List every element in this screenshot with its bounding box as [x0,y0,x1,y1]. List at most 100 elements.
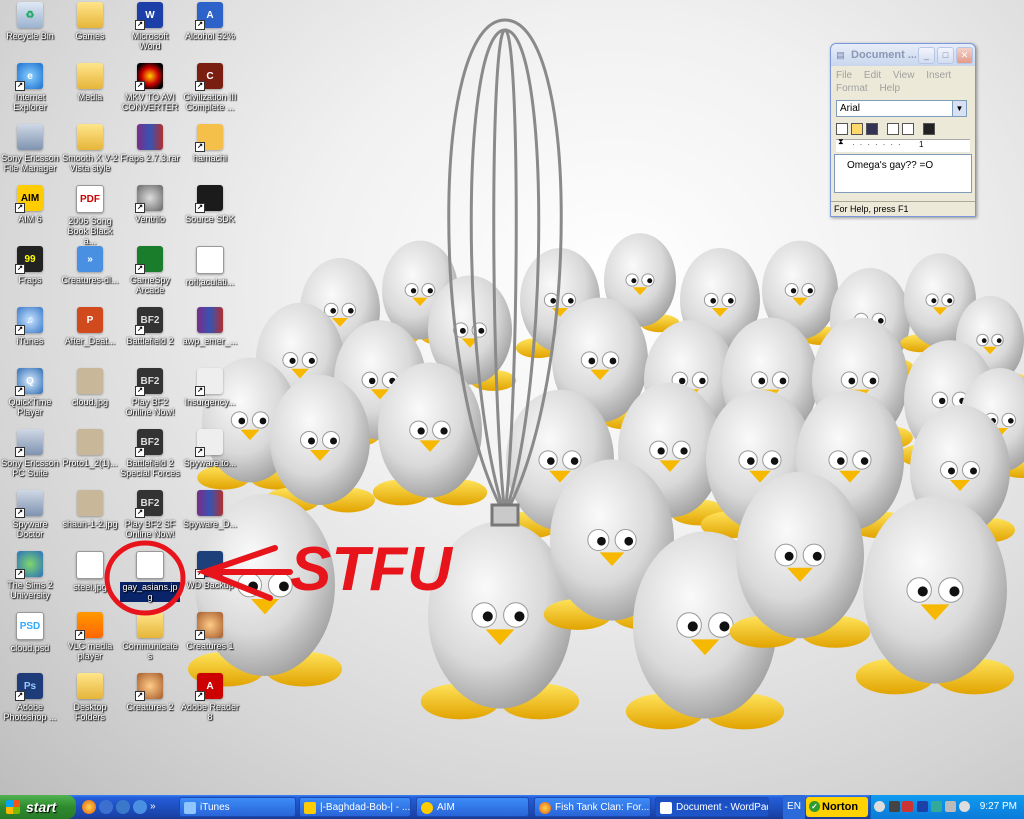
desktop-icon-spyware-d[interactable]: Spyware_D... [180,490,240,550]
task-wordpad[interactable]: Document - WordPad [655,797,769,817]
desktop-icon-gamespy-arcade[interactable]: ↗ GameSpy Arcade [120,246,180,306]
desktop-icon-fraps[interactable]: 99 ↗ Fraps [0,246,60,306]
desktop-icon-desktop-folders[interactable]: Desktop Folders [60,673,120,733]
chevron-right-icon[interactable]: » [150,800,160,814]
desktop-icon-games[interactable]: Games [60,2,120,62]
desktop-icon-sony-ericsson-pc-suite[interactable]: ↗ Sony Ericsson PC Suite [0,429,60,489]
task-baghdad-bob[interactable]: |-Baghdad-Bob-| - ... [299,797,411,817]
desktop-icon-spyware-to[interactable]: ↗ Spyware.to... [180,429,240,489]
clock[interactable]: 9:27 PM [980,795,1017,819]
desktop-icon-sony-ericsson-file-manager[interactable]: Sony Ericsson File Manager [0,124,60,184]
desktop-icon-creatures-2[interactable]: ↗ Creatures 2 [120,673,180,733]
desktop-icon-play-bf2-sf-online-now[interactable]: BF2 ↗ Play BF2 SF Online Now! [120,490,180,550]
ruler[interactable]: ⧗ ······· 1 [836,137,970,152]
indent-marker-icon[interactable]: ⧗ [838,137,844,147]
desktop-icon-after-deat[interactable]: P After_Deat... [60,307,120,367]
itunes-quicklaunch-icon[interactable] [116,800,130,814]
quicklaunch-icon[interactable] [99,800,113,814]
desktop-icon-creatures-1[interactable]: ↗ Creatures 1 [180,612,240,672]
desktop-icon-civilization-iii-complete[interactable]: C ↗ Civilization III Complete ... [180,63,240,123]
find-icon[interactable] [923,123,935,135]
norton-button[interactable]: ✓ Norton [806,797,868,817]
task-firefox[interactable]: Fish Tank Clan: For... [534,797,651,817]
desktop-icon-label: MKV TO AVI CONVERTER [121,92,179,112]
start-button[interactable]: start [0,795,76,819]
desktop-icon-rofl-aculati[interactable]: rofl;aculati... [180,246,240,306]
desktop-icon-media[interactable]: Media [60,63,120,123]
maximize-button[interactable]: □ [937,46,954,64]
wordpad-menu-bar: File Edit View Insert Format Help [831,66,975,98]
desktop-icon-2006-song-book-black-a[interactable]: PDF 2006 Song Book Black a... [60,185,120,246]
desktop-icon-aim-6[interactable]: AIM ↗ AIM 6 [0,185,60,245]
language-indicator[interactable]: EN [783,795,805,819]
desktop-icon-communicates[interactable]: Communicates [120,612,180,672]
desktop-icon-itunes[interactable]: ♫ ↗ iTunes [0,307,60,367]
desktop-icon-play-bf2-online-now[interactable]: BF2 ↗ Play BF2 Online Now! [120,368,180,428]
rar-icon [197,307,223,333]
windows-logo-icon [6,800,20,814]
desktop-icon-recycle-bin[interactable]: ♻ Recycle Bin [0,2,60,62]
desktop-icon-wd-backup[interactable]: ↗ WD Backup [180,551,240,611]
firefox-icon[interactable] [82,800,96,814]
network-icon[interactable] [945,801,956,812]
desktop-icon-alcohol-52[interactable]: A ↗ Alcohol 52% [180,2,240,62]
document-text-area[interactable]: Omega's gay?? =O [834,154,972,193]
menu-view[interactable]: View [893,70,915,81]
desktop-icon-adobe-reader-8[interactable]: A ↗ Adobe Reader 8 [180,673,240,733]
desktop-icon-internet-explorer[interactable]: e ↗ Internet Explorer [0,63,60,123]
wordpad-app-icon[interactable]: ▤ [833,48,848,63]
volume-icon[interactable] [959,801,970,812]
minimize-button[interactable]: _ [918,46,935,64]
save-icon[interactable] [866,123,878,135]
tray-app-icon[interactable] [931,801,942,812]
desktop-icon-creatures-dl[interactable]: » Creatures-dl... [60,246,120,306]
desktop-icon-quicktime-player[interactable]: Q ↗ QuickTime Player [0,368,60,428]
desktop-icon-label: 2006 Song Book Black a... [67,216,113,246]
desktop-icon-microsoft-word[interactable]: W ↗ Microsoft Word [120,2,180,62]
menu-format[interactable]: Format [836,83,868,94]
ham-icon: ↗ [195,124,223,152]
ie-quicklaunch-icon[interactable] [133,800,147,814]
desktop-icon-label: Alcohol 52% [184,31,236,41]
desktop-icon-vlc-media-player[interactable]: ↗ VLC media player [60,612,120,672]
menu-help[interactable]: Help [879,83,900,94]
desktop-icon-battlefield-2[interactable]: BF2 ↗ Battlefield 2 [120,307,180,367]
desktop-icon-source-sdk[interactable]: ↗ Source SDK [180,185,240,245]
desktop-icon-cloud-jpg[interactable]: cloud.jpg [60,368,120,428]
desktop-icon-gay-asians-jpg[interactable]: gay_asians.jpg [120,551,180,611]
wordpad-window[interactable]: ▤ Document ... _ □ ✕ File Edit View Inse… [830,43,976,217]
desktop-icon-label: Source SDK [185,214,235,224]
tray-app-icon[interactable] [889,801,900,812]
desktop-icon-insurgency[interactable]: ↗ Insurgency... [180,368,240,428]
menu-insert[interactable]: Insert [926,70,951,81]
chevron-down-icon[interactable]: ▼ [952,101,966,116]
new-document-icon[interactable] [836,123,848,135]
task-itunes[interactable]: iTunes [179,797,296,817]
desktop-icon-fraps-2-7-3-rar[interactable]: Fraps 2.7.3.rar [120,124,180,184]
chevron-left-icon[interactable] [874,801,885,812]
tray-app-icon[interactable] [917,801,928,812]
print-preview-icon[interactable] [902,123,914,135]
menu-file[interactable]: File [836,70,852,81]
desktop-icon-proto1-2-1[interactable]: Proto1_2(1)... [60,429,120,489]
tray-app-icon[interactable] [902,801,913,812]
task-aim[interactable]: AIM [416,797,529,817]
wordpad-title-bar[interactable]: ▤ Document ... _ □ ✕ [831,44,975,66]
desktop-icon-the-sims-2-university[interactable]: ↗ The Sims 2 University [0,551,60,611]
desktop-icon-cloud-psd[interactable]: PSD cloud.psd [0,612,60,672]
desktop-icon-spyware-doctor[interactable]: ↗ Spyware Doctor [0,490,60,550]
desktop-icon-shaun-1-2-jpg[interactable]: shaun-1-2.jpg [60,490,120,550]
desktop-icon-battlefield-2-special-forces[interactable]: BF2 ↗ Battlefield 2 Special Forces [120,429,180,489]
close-button[interactable]: ✕ [956,46,973,64]
desktop-icon-hamachi[interactable]: ↗ hamachi [180,124,240,184]
font-select[interactable]: Arial ▼ [836,100,967,117]
desktop-icon-steel-jpg[interactable]: steel.jpg [60,551,120,611]
desktop-icon-adobe-photoshop[interactable]: Ps ↗ Adobe Photoshop ... [0,673,60,733]
print-icon[interactable] [887,123,899,135]
desktop-icon-ventrilo[interactable]: ↗ Ventrilo [120,185,180,245]
desktop-icon-awp-emer[interactable]: awp_emer_... [180,307,240,367]
desktop-icon-smooth-x-v-2-vista-style[interactable]: Smooth X V-2 Vista style [60,124,120,184]
open-folder-icon[interactable] [851,123,863,135]
menu-edit[interactable]: Edit [864,70,881,81]
desktop-icon-mkv-to-avi-converter[interactable]: ↗ MKV TO AVI CONVERTER [120,63,180,123]
